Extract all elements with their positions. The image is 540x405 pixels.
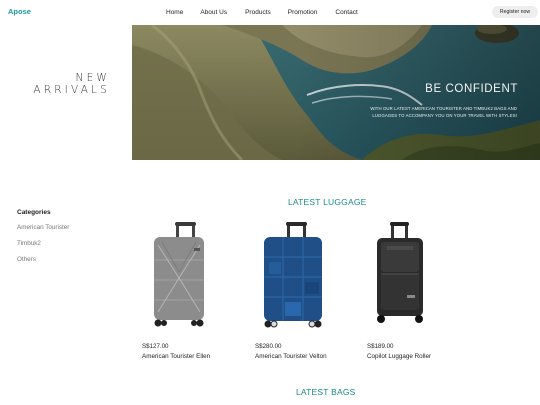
nav-contact-link[interactable]: Contact [335, 9, 357, 16]
hero-subtitle-line1: WITH OUR LATEST AMERICAN TOURISTER AND T… [370, 106, 517, 111]
new-arrivals-heading: NEW ARRIVALS [24, 72, 110, 96]
product-price: S$280.00 [255, 343, 282, 350]
top-navbar: Apose Home About Us Products Promotion C… [0, 0, 540, 25]
product-name[interactable]: American Tourister Velton [255, 353, 327, 360]
hero-subtitle: WITH OUR LATEST AMERICAN TOURISTER AND T… [317, 105, 517, 119]
new-arrivals-line2: ARRIVALS [33, 84, 110, 96]
register-button[interactable]: Register now [492, 6, 538, 18]
product-name[interactable]: American Tourister Ellen [142, 353, 210, 360]
product-image-black-roller [377, 222, 423, 323]
category-others[interactable]: Others [17, 256, 36, 263]
product-price: S$127.00 [142, 343, 169, 350]
product-card[interactable]: S$189.00 Copilot Luggage Roller [367, 220, 479, 365]
category-american-tourister[interactable]: American Tourister [17, 224, 69, 231]
latest-bags-heading: LATEST BAGS [296, 387, 356, 397]
hero-subtitle-line2: LUGGAGES TO ACCOMPANY YOU ON YOUR TRAVEL… [372, 113, 517, 118]
hero-banner: BE CONFIDENT WITH OUR LATEST AMERICAN TO… [132, 25, 540, 160]
product-image-blue-suitcase [264, 222, 322, 328]
nav-promotion-link[interactable]: Promotion [288, 9, 318, 16]
product-image-silver-suitcase [154, 222, 204, 327]
product-card[interactable]: S$280.00 American Tourister Velton [255, 220, 367, 365]
hero-title: BE CONFIDENT [425, 83, 518, 95]
category-timbuk2[interactable]: Timbuk2 [17, 240, 41, 247]
product-price: S$189.00 [367, 343, 394, 350]
main-menu: Home About Us Products Promotion Contact [166, 9, 358, 16]
brand-logo[interactable]: Apose [8, 7, 31, 16]
new-arrivals-line1: NEW [75, 72, 110, 84]
product-name[interactable]: Copilot Luggage Roller [367, 353, 431, 360]
latest-luggage-heading: LATEST LUGGAGE [288, 197, 367, 207]
product-card[interactable]: S$127.00 American Tourister Ellen [142, 220, 254, 365]
categories-heading: Categories [17, 209, 51, 216]
nav-products-link[interactable]: Products [245, 9, 271, 16]
nav-home-link[interactable]: Home [166, 9, 183, 16]
nav-about-link[interactable]: About Us [200, 9, 227, 16]
